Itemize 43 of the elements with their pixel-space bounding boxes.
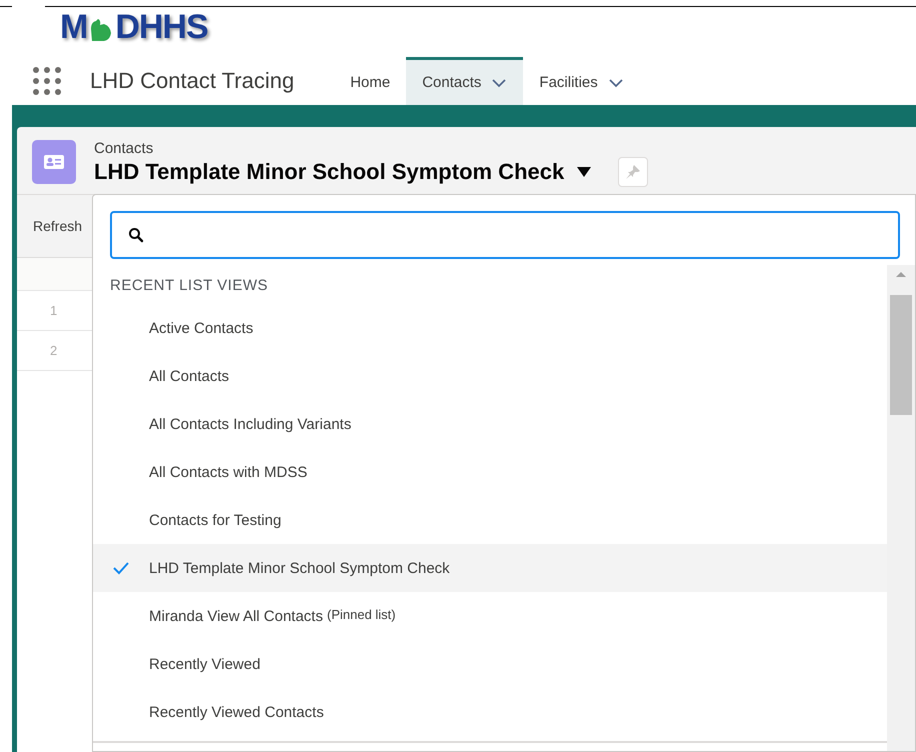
option-label: All Contacts [149, 368, 230, 384]
app-launcher-icon[interactable] [32, 66, 62, 96]
nav-tab[interactable]: Facilities [523, 57, 640, 105]
row-number: 1 [50, 303, 58, 318]
option-label: All Contacts Including Variants [149, 416, 352, 432]
chevron-down-icon[interactable] [608, 78, 624, 88]
option-label: Contacts for Testing [149, 512, 282, 528]
list-view-option[interactable]: All Contacts [93, 352, 887, 400]
logo-text: DHHS [115, 9, 208, 45]
checkmark-icon [112, 561, 130, 575]
list-view-option[interactable]: Active Contacts [93, 304, 887, 352]
option-label: All Contacts with MDSS [149, 464, 308, 480]
list-view-option[interactable]: Contacts for Testing [93, 496, 887, 544]
search-field[interactable] [110, 211, 900, 259]
pin-icon [625, 164, 642, 180]
dropdown-triangle-icon[interactable] [576, 166, 592, 178]
nav-tab[interactable]: Contacts [406, 57, 524, 105]
list-view-option[interactable]: All Contacts Including Variants [93, 400, 887, 448]
option-label: Recently Viewed Contacts [149, 704, 324, 720]
scrollbar-thumb[interactable] [890, 295, 912, 415]
scrollbar[interactable] [887, 265, 915, 751]
section-heading: RECENT LIST VIEWS [109, 276, 269, 296]
chevron-down-icon[interactable] [491, 78, 508, 88]
refresh-button[interactable]: Refresh [33, 218, 82, 234]
pinned-note: (Pinned list) [326, 606, 396, 622]
logo-text: M [60, 9, 88, 45]
row-number: 2 [50, 343, 58, 358]
list-view-title[interactable]: LHD Template Minor School Symptom Check [94, 159, 564, 185]
option-label: LHD Template Minor School Symptom Check [149, 560, 450, 576]
list-view-option[interactable]: All Contacts with MDSS [93, 448, 887, 496]
list-view-option[interactable]: Miranda View All Contacts (Pinned list) [93, 592, 887, 640]
option-label: Active Contacts [149, 320, 254, 336]
list-view-option[interactable]: Recently Viewed [93, 640, 887, 688]
search-icon [128, 227, 144, 243]
object-label: Contacts [94, 140, 154, 157]
option-label: Recently Viewed [149, 656, 260, 672]
nav-tab[interactable]: Home [334, 57, 406, 105]
option-label: Miranda View All Contacts [149, 608, 323, 624]
list-view-option[interactable]: LHD Template Minor School Symptom Check [93, 544, 887, 592]
app-title: LHD Contact Tracing [90, 68, 294, 94]
scroll-up-icon[interactable] [895, 271, 907, 278]
list-view-option[interactable]: Recently Viewed Contacts [93, 688, 887, 736]
contact-card-icon [32, 140, 76, 184]
